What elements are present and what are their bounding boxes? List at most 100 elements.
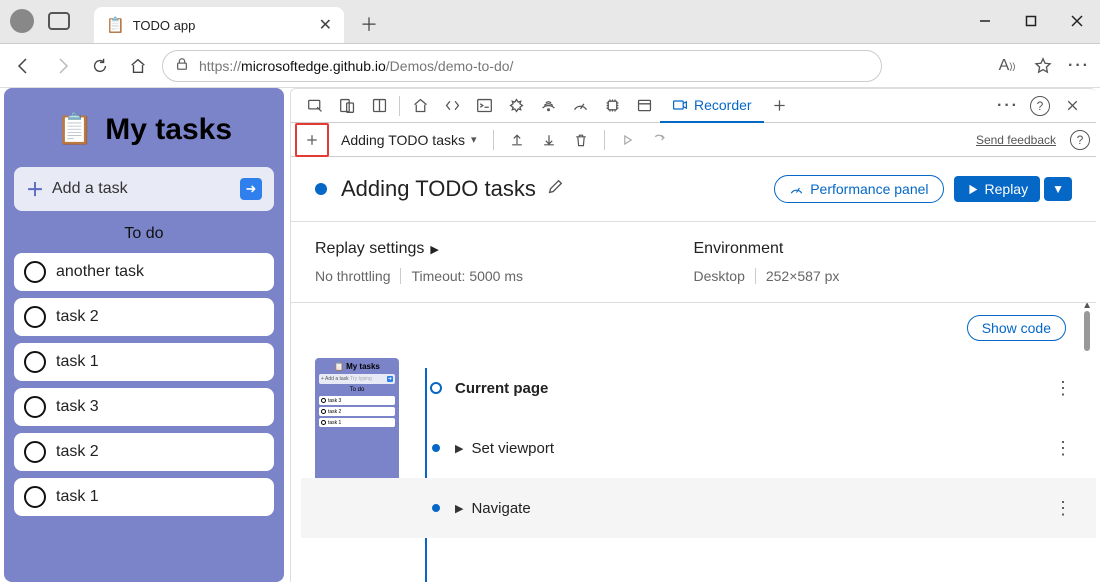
devtools-close-icon[interactable] bbox=[1056, 90, 1088, 122]
add-task-input[interactable]: ＋ Add a task ➜ bbox=[14, 167, 274, 211]
recorder-toolbar: Adding TODO tasks ▾ Send feedback ? bbox=[291, 123, 1096, 157]
replay-settings-toggle[interactable]: Replay settings ▶ bbox=[315, 240, 694, 258]
toolbar-help-icon[interactable]: ? bbox=[1070, 130, 1090, 150]
task-item[interactable]: task 1 bbox=[14, 478, 274, 516]
window-maximize-button[interactable] bbox=[1008, 0, 1054, 43]
plus-icon: ＋ bbox=[26, 176, 44, 202]
elements-tab-icon[interactable] bbox=[436, 90, 468, 122]
delete-icon[interactable] bbox=[568, 127, 594, 153]
task-label: task 1 bbox=[56, 488, 99, 506]
favorite-icon[interactable] bbox=[1032, 55, 1054, 77]
chevron-down-icon: ▾ bbox=[471, 133, 477, 146]
step-more-icon[interactable]: ⋮ bbox=[1054, 378, 1072, 399]
export-icon[interactable] bbox=[504, 127, 530, 153]
task-item[interactable]: another task bbox=[14, 253, 274, 291]
step-set-viewport[interactable]: ▶ Set viewport ⋮ bbox=[425, 418, 1072, 478]
tab-favicon-icon: 📋 bbox=[106, 16, 125, 34]
task-label: task 3 bbox=[56, 398, 99, 416]
device-mode-icon[interactable] bbox=[331, 90, 363, 122]
network-tab-icon[interactable] bbox=[532, 90, 564, 122]
replay-settings: Replay settings ▶ No throttling Timeout:… bbox=[291, 222, 1096, 303]
inspect-icon[interactable] bbox=[299, 90, 331, 122]
environment-size: 252×587 px bbox=[766, 268, 840, 284]
step-more-icon[interactable]: ⋮ bbox=[1054, 438, 1072, 459]
scroll-up-icon[interactable]: ▲ bbox=[1082, 303, 1092, 311]
send-feedback-link[interactable]: Send feedback bbox=[976, 133, 1056, 147]
task-checkbox[interactable] bbox=[24, 351, 46, 373]
caret-right-icon: ▶ bbox=[430, 243, 438, 256]
devtools-more-icon[interactable]: ··· bbox=[992, 90, 1024, 122]
add-task-label: Add a task bbox=[52, 180, 240, 198]
environment-device: Desktop bbox=[694, 268, 745, 284]
more-tabs-button[interactable] bbox=[764, 90, 796, 122]
replay-button[interactable]: Replay bbox=[954, 176, 1041, 202]
recording-header: Adding TODO tasks Performance panel Repl… bbox=[291, 157, 1096, 222]
task-checkbox[interactable] bbox=[24, 486, 46, 508]
steps-timeline: Current page ⋮ ▶ Set viewport ⋮ ▶ Naviga… bbox=[415, 358, 1072, 582]
task-checkbox[interactable] bbox=[24, 396, 46, 418]
workspaces-icon[interactable] bbox=[48, 12, 70, 30]
show-code-button[interactable]: Show code bbox=[967, 315, 1066, 341]
step-icon[interactable] bbox=[647, 127, 673, 153]
url-text: https://microsoftedge.github.io/Demos/de… bbox=[199, 58, 513, 74]
recorder-tab[interactable]: Recorder bbox=[660, 89, 764, 123]
devtools-help-icon[interactable]: ? bbox=[1024, 90, 1056, 122]
recorder-tab-label: Recorder bbox=[694, 97, 752, 113]
settings-more-icon[interactable]: ··· bbox=[1068, 55, 1090, 77]
import-icon[interactable] bbox=[536, 127, 562, 153]
caret-right-icon: ▶ bbox=[455, 442, 463, 455]
url-box[interactable]: https://microsoftedge.github.io/Demos/de… bbox=[162, 50, 882, 82]
scrollbar-thumb[interactable] bbox=[1084, 311, 1090, 351]
performance-panel-button[interactable]: Performance panel bbox=[774, 175, 943, 203]
new-tab-button[interactable]: ＋ bbox=[354, 5, 384, 43]
detach-icon[interactable] bbox=[363, 90, 395, 122]
tab-close-icon[interactable]: ✕ bbox=[319, 15, 332, 35]
steps-area: Show code ▲ 📋My tasks + Add a task Try t… bbox=[291, 303, 1096, 582]
task-label: task 1 bbox=[56, 353, 99, 371]
step-more-icon[interactable]: ⋮ bbox=[1054, 498, 1072, 519]
read-aloud-icon[interactable]: A)) bbox=[996, 55, 1018, 77]
task-item[interactable]: task 2 bbox=[14, 298, 274, 336]
browser-titlebar: 📋 TODO app ✕ ＋ bbox=[0, 0, 1100, 44]
todo-app: 📋 My tasks ＋ Add a task ➜ To do another … bbox=[4, 88, 284, 582]
task-label: task 2 bbox=[56, 308, 99, 326]
replay-options-button[interactable]: ▼ bbox=[1044, 177, 1072, 201]
new-recording-button[interactable] bbox=[295, 123, 329, 157]
devtools-tabs: Recorder ··· ? bbox=[291, 89, 1096, 123]
section-label: To do bbox=[14, 225, 274, 243]
window-minimize-button[interactable] bbox=[962, 0, 1008, 43]
refresh-button[interactable] bbox=[86, 52, 114, 80]
back-button[interactable] bbox=[10, 52, 38, 80]
step-over-icon[interactable] bbox=[615, 127, 641, 153]
task-checkbox[interactable] bbox=[24, 441, 46, 463]
step-current-page[interactable]: Current page ⋮ bbox=[425, 358, 1072, 418]
site-info-icon[interactable] bbox=[175, 57, 189, 74]
recording-selector[interactable]: Adding TODO tasks ▾ bbox=[335, 132, 483, 148]
task-item[interactable]: task 1 bbox=[14, 343, 274, 381]
welcome-tab-icon[interactable] bbox=[404, 90, 436, 122]
task-label: task 2 bbox=[56, 443, 99, 461]
task-label: another task bbox=[56, 263, 144, 281]
performance-tab-icon[interactable] bbox=[564, 90, 596, 122]
timeout-value: Timeout: 5000 ms bbox=[411, 268, 523, 284]
address-bar: https://microsoftedge.github.io/Demos/de… bbox=[0, 44, 1100, 88]
task-checkbox[interactable] bbox=[24, 306, 46, 328]
clipboard-icon: 📋 bbox=[56, 112, 93, 147]
task-checkbox[interactable] bbox=[24, 261, 46, 283]
window-close-button[interactable] bbox=[1054, 0, 1100, 43]
memory-tab-icon[interactable] bbox=[596, 90, 628, 122]
forward-button bbox=[48, 52, 76, 80]
submit-task-button[interactable]: ➜ bbox=[240, 178, 262, 200]
task-item[interactable]: task 2 bbox=[14, 433, 274, 471]
caret-right-icon: ▶ bbox=[455, 502, 463, 515]
console-tab-icon[interactable] bbox=[468, 90, 500, 122]
browser-tab[interactable]: 📋 TODO app ✕ bbox=[94, 7, 344, 43]
edit-title-icon[interactable] bbox=[546, 178, 564, 201]
task-item[interactable]: task 3 bbox=[14, 388, 274, 426]
step-navigate[interactable]: ▶ Navigate ⋮ bbox=[301, 478, 1096, 538]
home-button[interactable] bbox=[124, 52, 152, 80]
sources-tab-icon[interactable] bbox=[500, 90, 532, 122]
application-tab-icon[interactable] bbox=[628, 90, 660, 122]
devtools-panel: Recorder ··· ? Adding TODO tasks ▾ bbox=[290, 88, 1096, 582]
profile-icon[interactable] bbox=[10, 9, 34, 33]
